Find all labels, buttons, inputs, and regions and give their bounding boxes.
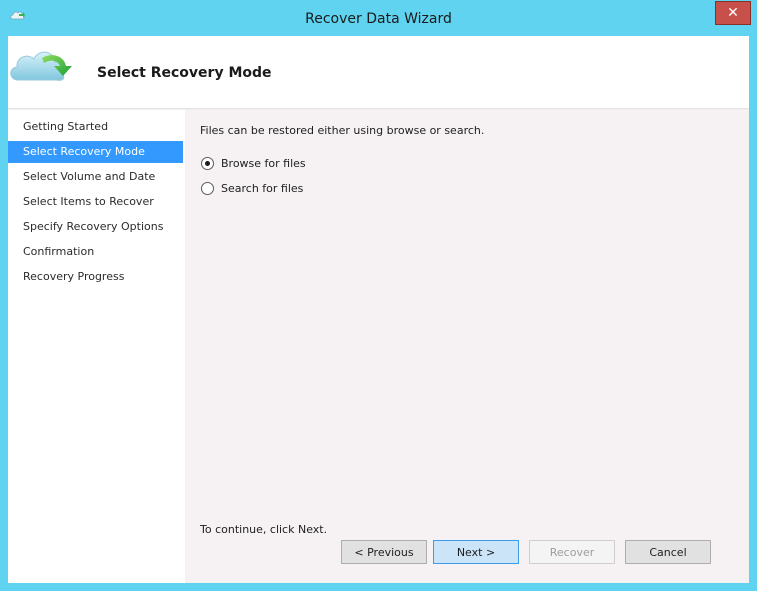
browse-radio-label[interactable]: Browse for files — [221, 157, 306, 170]
cancel-button[interactable]: Cancel — [625, 540, 711, 564]
window-title: Recover Data Wizard — [305, 11, 452, 27]
nav-step-confirmation[interactable]: Confirmation — [8, 241, 183, 263]
browse-radio-button[interactable] — [201, 156, 214, 170]
previous-button[interactable]: < Previous — [341, 540, 427, 564]
wizard-steps-nav: Getting Started Select Recovery Mode Sel… — [8, 110, 185, 583]
cloud-restore-icon — [10, 51, 72, 81]
nav-step-recovery-progress[interactable]: Recovery Progress — [8, 266, 183, 288]
window-bottom-border — [8, 583, 749, 591]
search-radio-button[interactable] — [201, 181, 214, 195]
option-browse-for-files[interactable]: Browse for files — [201, 154, 306, 172]
title-bar[interactable]: Recover Data Wizard ✕ — [0, 0, 757, 36]
wizard-content-pane: Files can be restored either using brows… — [185, 110, 749, 583]
option-search-for-files[interactable]: Search for files — [201, 179, 303, 197]
search-radio-label[interactable]: Search for files — [221, 182, 303, 195]
nav-step-select-volume-and-date[interactable]: Select Volume and Date — [8, 166, 183, 188]
nav-step-select-items-to-recover[interactable]: Select Items to Recover — [8, 191, 183, 213]
nav-step-getting-started[interactable]: Getting Started — [8, 116, 183, 138]
recover-button: Recover — [529, 540, 615, 564]
wizard-header: Select Recovery Mode — [8, 36, 749, 109]
intro-text: Files can be restored either using brows… — [200, 124, 485, 137]
next-button[interactable]: Next > — [433, 540, 519, 564]
nav-step-specify-recovery-options[interactable]: Specify Recovery Options — [8, 216, 183, 238]
continue-hint: To continue, click Next. — [200, 523, 328, 536]
page-title: Select Recovery Mode — [97, 65, 272, 81]
close-icon: ✕ — [727, 5, 739, 21]
nav-step-select-recovery-mode[interactable]: Select Recovery Mode — [8, 141, 183, 163]
close-button[interactable]: ✕ — [715, 1, 751, 25]
wizard-client-area: Select Recovery Mode Getting Started Sel… — [8, 36, 749, 583]
wizard-window: Recover Data Wizard ✕ Select Recovery Mo… — [0, 0, 757, 591]
